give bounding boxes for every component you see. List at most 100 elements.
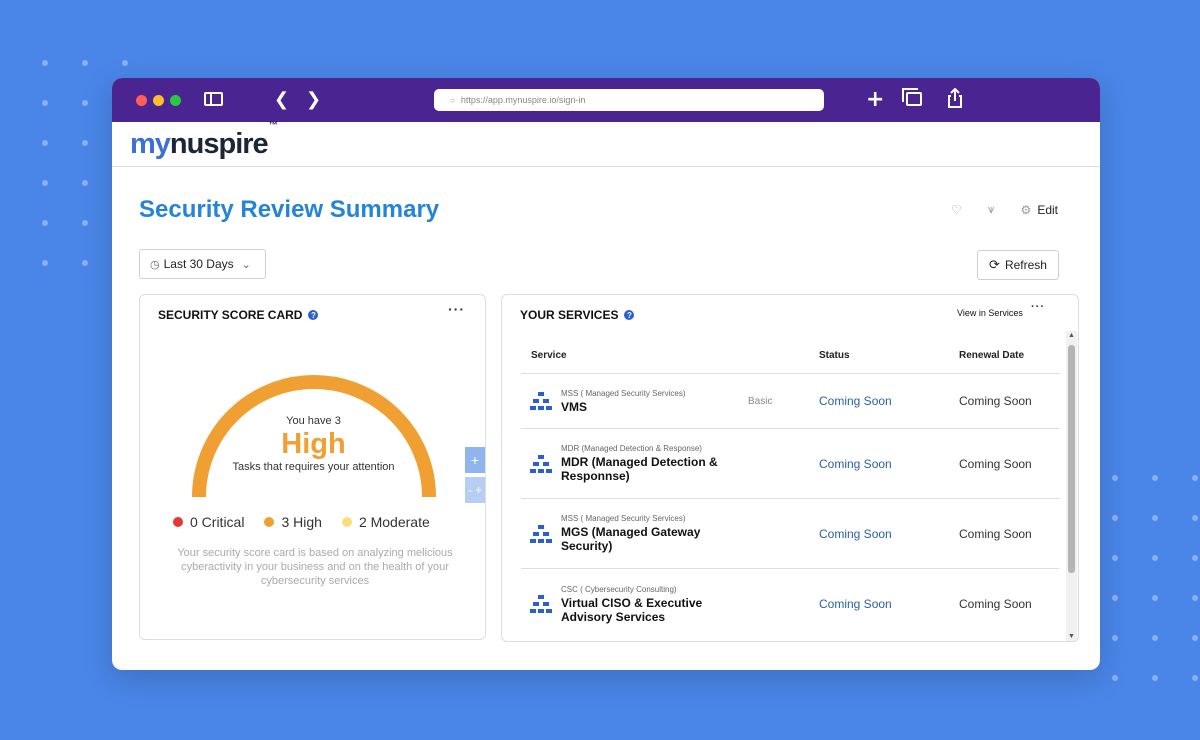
clock-icon: ◷ — [150, 257, 160, 271]
background-dot — [42, 220, 48, 226]
background-dot — [42, 60, 48, 66]
moderate-dot-icon — [341, 517, 352, 527]
score-intro: You have 3 — [286, 415, 341, 427]
background-dot — [1192, 675, 1198, 681]
more-options-icon[interactable]: ··· — [1031, 301, 1045, 313]
service-cell: CSC ( Cybersecurity Consulting) Virtual … — [521, 585, 819, 624]
legend-label: 0 Critical — [190, 514, 245, 530]
mynuspire-logo[interactable]: mynuspire™ — [130, 120, 278, 161]
background-dot — [1112, 635, 1118, 641]
service-name: MDR (Managed Detection & Responnse) — [561, 455, 718, 483]
service-name: MGS (Managed Gateway Security) — [561, 525, 701, 553]
background-dot — [122, 60, 128, 66]
help-icon[interactable]: ? — [308, 310, 319, 320]
url-bar[interactable]: ○ https://app.mynuspire.io/sign-in — [434, 89, 824, 111]
background-dot — [42, 100, 48, 106]
table-header: Service Status Renewal Date — [521, 337, 1059, 374]
zoom-out-button[interactable]: - + — [465, 477, 485, 503]
background-dot — [82, 180, 88, 186]
status-link[interactable]: Coming Soon — [819, 527, 892, 541]
help-icon[interactable]: ? — [624, 310, 635, 320]
scroll-up-icon[interactable]: ▲ — [1068, 332, 1075, 339]
background-dot — [1152, 515, 1158, 521]
renewal-date: Coming Soon — [959, 394, 1032, 408]
service-category: MSS ( Managed Security Services) — [561, 514, 686, 523]
background-dot — [82, 100, 88, 106]
score-legend: 0 Critical 3 High 2 Moderate — [173, 514, 430, 530]
heart-icon[interactable]: ♡ — [951, 203, 962, 217]
table-row[interactable]: MDR (Managed Detection & Response) MDR (… — [521, 429, 1059, 499]
edit-label: Edit — [1037, 202, 1058, 217]
forward-arrow-icon[interactable]: ❯ — [306, 89, 321, 110]
date-range-select[interactable]: ◷ Last 30 Days ⌄ — [139, 249, 266, 279]
close-window-button[interactable] — [136, 95, 147, 106]
share-network-icon[interactable]: ⩛ — [988, 202, 995, 217]
status-link[interactable]: Coming Soon — [819, 457, 892, 471]
gear-icon: ⚙ — [1020, 202, 1032, 217]
service-category: MDR (Managed Detection & Response) — [561, 444, 702, 453]
view-in-services-link[interactable]: View in Services — [957, 308, 1023, 318]
more-options-icon[interactable]: ··· — [448, 301, 465, 317]
service-cell: MDR (Managed Detection & Response) MDR (… — [521, 444, 819, 483]
service-cell: MSS ( Managed Security Services) MGS (Ma… — [521, 514, 819, 553]
page-actions: ♡ ⩛ ⚙ Edit — [951, 202, 1058, 217]
score-card-title: SECURITY SCORE CARD ? — [158, 308, 319, 322]
renewal-date: Coming Soon — [959, 597, 1032, 611]
minimize-window-button[interactable] — [153, 95, 164, 106]
score-subtitle: Tasks that requires your attention — [232, 461, 395, 473]
sidebar-toggle-icon[interactable] — [204, 92, 223, 106]
service-name: Virtual CISO & Executive Advisory Servic… — [561, 595, 703, 624]
background-dot — [1152, 635, 1158, 641]
background-dot — [1112, 675, 1118, 681]
background-dot — [42, 180, 48, 186]
table-row[interactable]: MSS ( Managed Security Services) VMS Bas… — [521, 374, 1059, 429]
critical-dot-icon — [173, 517, 183, 527]
maximize-window-button[interactable] — [170, 95, 181, 106]
logo-nuspire: nuspire — [169, 128, 269, 160]
table-row[interactable]: CSC ( Cybersecurity Consulting) Virtual … — [521, 569, 1059, 639]
app-header: mynuspire™ — [112, 120, 1100, 167]
legend-moderate: 2 Moderate — [341, 514, 430, 530]
background-dot — [1152, 555, 1158, 561]
tabs-overview-icon[interactable] — [902, 88, 922, 106]
legend-high: 3 High — [264, 514, 322, 530]
legend-critical: 0 Critical — [173, 514, 244, 530]
chevron-down-icon: ⌄ — [241, 257, 251, 271]
service-network-icon — [530, 595, 552, 613]
background-dot — [1112, 555, 1118, 561]
background-dot — [1192, 595, 1198, 601]
lock-icon: ○ — [450, 95, 455, 105]
logo-trademark: ™ — [268, 120, 278, 131]
service-name: VMS — [561, 399, 588, 414]
back-arrow-icon[interactable]: ❮ — [274, 89, 289, 110]
background-dot — [1112, 595, 1118, 601]
background-dot — [1112, 475, 1118, 481]
zoom-in-button[interactable]: + — [465, 447, 485, 473]
status-link[interactable]: Coming Soon — [819, 394, 892, 408]
legend-label: 3 High — [281, 514, 322, 530]
refresh-button[interactable]: ⟳ Refresh — [977, 250, 1059, 280]
security-score-card: SECURITY SCORE CARD ? ··· You have 3 Hig… — [139, 294, 486, 640]
column-renewal: Renewal Date — [959, 349, 1025, 361]
service-network-icon — [530, 524, 552, 543]
background-dot — [1152, 675, 1158, 681]
background-dot — [1192, 555, 1198, 561]
services-scrollbar[interactable]: ▲ ▼ — [1066, 331, 1077, 641]
table-row[interactable]: MSS ( Managed Security Services) MGS (Ma… — [521, 499, 1059, 569]
service-category: CSC ( Cybersecurity Consulting) — [561, 584, 677, 594]
scroll-down-icon[interactable]: ▼ — [1068, 633, 1075, 640]
new-tab-icon[interactable]: + — [866, 87, 884, 112]
score-level: High — [281, 428, 346, 460]
edit-button[interactable]: ⚙ Edit — [1021, 203, 1058, 217]
background-dot — [1152, 475, 1158, 481]
background-dot — [82, 220, 88, 226]
background-dot — [1192, 515, 1198, 521]
background-dot — [1192, 475, 1198, 481]
status-link[interactable]: Coming Soon — [819, 597, 892, 611]
renewal-date: Coming Soon — [959, 526, 1032, 541]
page-title: Security Review Summary — [139, 196, 440, 223]
share-icon[interactable] — [948, 88, 962, 108]
scroll-thumb[interactable] — [1068, 345, 1075, 573]
background-dot — [42, 260, 48, 266]
high-dot-icon — [264, 517, 275, 527]
